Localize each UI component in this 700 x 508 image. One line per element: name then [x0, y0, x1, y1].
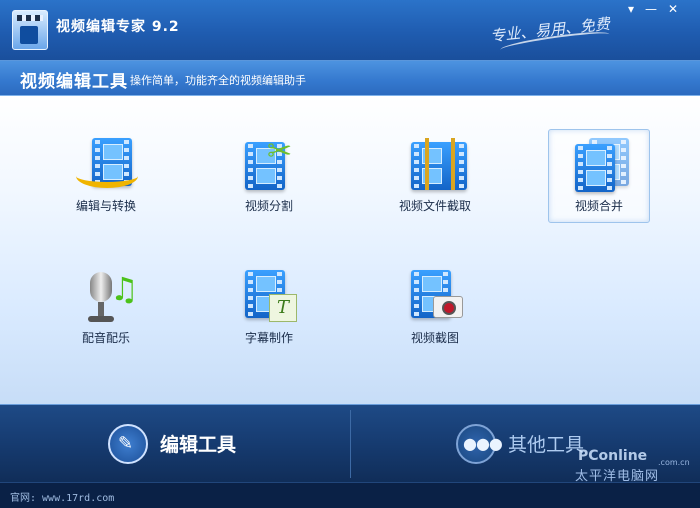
status-bar: 官网: www.17rd.com [0, 482, 700, 508]
watermark-domain: .com.cn [658, 458, 690, 467]
nav-edit-tools-label: 编辑工具 [160, 434, 237, 456]
film-trim-icon [411, 138, 467, 194]
website-link[interactable]: 官网: www.17rd.com [10, 489, 114, 504]
tool-label: 字幕制作 [244, 331, 293, 345]
window-close-button[interactable]: ✕ [662, 2, 684, 17]
tool-label: 视频分割 [244, 199, 293, 213]
tool-split[interactable]: ✂ 视频分割 [219, 130, 319, 222]
section-title: 视频编辑工具 [20, 72, 128, 92]
app-title: 视频编辑专家 9.2 [56, 19, 180, 35]
tool-screenshot[interactable]: 视频截图 [385, 262, 485, 354]
tool-label: 视频合并 [574, 199, 623, 213]
tool-label: 视频截图 [410, 331, 459, 345]
window-minimize-button[interactable]: — [640, 2, 662, 17]
tool-trim[interactable]: 视频文件截取 [385, 130, 485, 222]
watermark-brand: PConline [578, 448, 648, 464]
nav-divider [350, 410, 351, 478]
section-header: 视频编辑工具 操作简单，功能齐全的视频编辑助手 [0, 61, 700, 96]
nav-other-tools-label: 其他工具 [508, 434, 585, 456]
more-dots-icon: ●●● [456, 424, 503, 464]
tool-label: 配音配乐 [81, 331, 130, 345]
section-subtitle: 操作简单，功能齐全的视频编辑助手 [130, 74, 306, 87]
tool-label: 编辑与转换 [75, 199, 136, 213]
microphone-music-icon: ♫ [82, 270, 139, 326]
tool-merge[interactable]: 视频合并 [548, 129, 650, 223]
film-scissors-icon: ✂ [245, 134, 295, 194]
tools-panel: 编辑与转换 ✂ 视频分割 视频文件截取 视频合并 ♫ 配音配乐 T 字幕制作 视… [0, 96, 700, 404]
title-bar: 视频编辑专家 9.2 专业、易用、免费 ▾ — ✕ [0, 0, 700, 61]
film-subtitle-icon: T [245, 270, 297, 326]
window-menu-button[interactable]: ▾ [620, 2, 642, 17]
nav-edit-tools-button[interactable]: ✎ 编辑工具 [108, 420, 308, 466]
tool-dubbing[interactable]: ♫ 配音配乐 [56, 262, 156, 354]
tool-label: 视频文件截取 [398, 199, 471, 213]
film-camera-icon [411, 270, 463, 326]
tool-edit-convert[interactable]: 编辑与转换 [56, 130, 156, 222]
app-logo-icon [12, 10, 48, 50]
tool-subtitle[interactable]: T 字幕制作 [219, 262, 319, 354]
pencil-icon: ✎ [108, 424, 148, 464]
film-convert-icon [76, 138, 138, 194]
film-merge-icon [575, 138, 629, 194]
